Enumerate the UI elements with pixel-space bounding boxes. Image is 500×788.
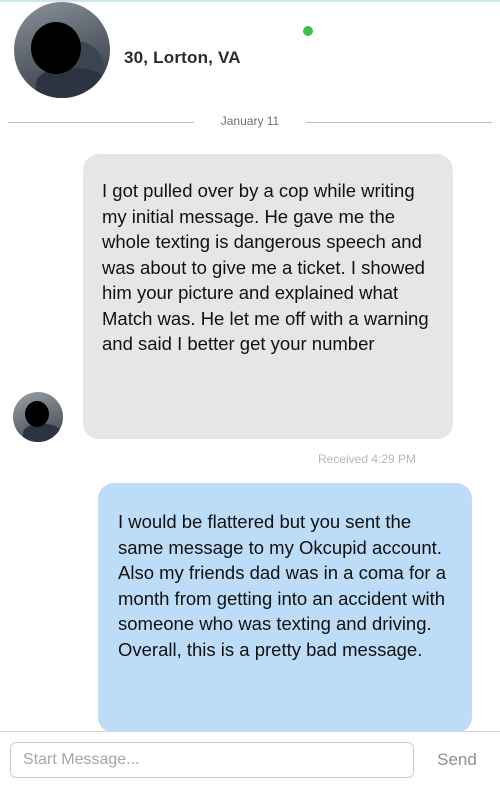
message-receipt-status: Received 4:29 PM	[318, 452, 417, 466]
avatar-shoulder	[36, 68, 106, 98]
avatar-redaction	[31, 22, 81, 74]
profile-header: 30, Lorton, VA	[0, 0, 500, 110]
received-message-bubble: I got pulled over by a cop while writing…	[83, 154, 453, 439]
online-status-icon	[303, 26, 313, 36]
divider-line-right	[306, 122, 492, 123]
message-input[interactable]	[10, 742, 414, 778]
divider-line-left	[8, 122, 194, 123]
avatar-shoulder	[23, 424, 61, 442]
sent-message-bubble: I would be flattered but you sent the sa…	[98, 483, 472, 733]
profile-avatar[interactable]	[14, 2, 110, 98]
date-divider: January 11	[0, 113, 500, 133]
sender-avatar[interactable]	[13, 392, 63, 442]
message-composer: Send	[0, 731, 500, 788]
profile-info: 30, Lorton, VA	[124, 48, 241, 67]
avatar-redaction	[25, 401, 49, 427]
conversation-date: January 11	[220, 114, 280, 128]
send-button[interactable]: Send	[426, 742, 488, 778]
